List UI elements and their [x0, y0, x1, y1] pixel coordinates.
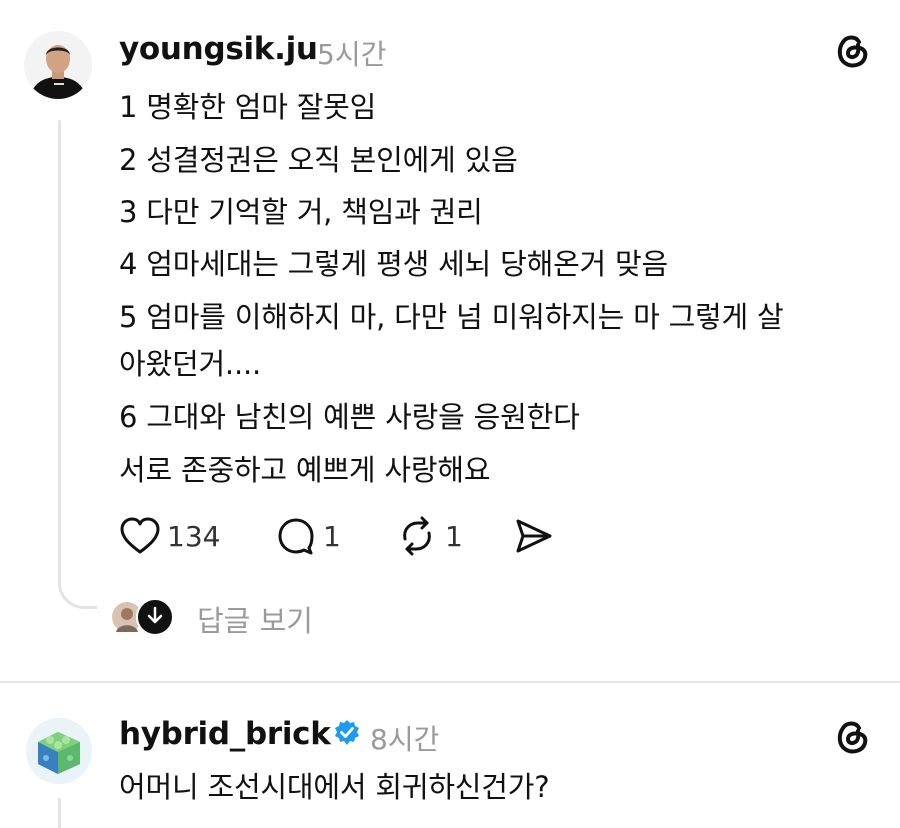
verified-badge-icon	[333, 719, 361, 747]
thread-connector-curve	[58, 570, 97, 609]
repost-button[interactable]: 1	[395, 514, 463, 558]
post1-line-6: 아왔던거....	[119, 347, 261, 381]
post1-line-3: 3 다만 기억할 거, 책임과 권리	[119, 195, 483, 229]
thread-connector-line	[58, 120, 61, 588]
post1-time: 5시간	[317, 38, 387, 71]
post1-line-4: 4 엄마세대는 그렇게 평생 세뇌 당해온거 맞음	[119, 247, 669, 281]
post1-line-7: 6 그대와 남친의 예쁜 사랑을 응원한다	[119, 400, 580, 434]
repost-count: 1	[445, 519, 463, 553]
avatar-hybrid-brick[interactable]	[26, 718, 92, 784]
like-button[interactable]: 134	[119, 514, 220, 558]
comment-button[interactable]: 1	[275, 514, 341, 558]
threads-icon[interactable]	[831, 28, 873, 70]
arrow-down-icon	[146, 606, 164, 628]
repost-icon	[395, 515, 439, 557]
share-button[interactable]	[513, 514, 555, 558]
view-replies-link[interactable]: 답글 보기	[197, 598, 313, 640]
comment-bubble-icon	[275, 515, 317, 557]
post-divider	[0, 681, 900, 683]
post2-time: 8시간	[370, 723, 440, 756]
post1-username[interactable]: youngsik.ju	[119, 31, 318, 67]
comment-count: 1	[323, 519, 341, 553]
post2-username[interactable]: hybrid_brick	[119, 716, 331, 752]
send-icon	[513, 515, 555, 557]
expand-replies-button[interactable]	[136, 598, 174, 636]
post2-line-1: 어머니 조선시대에서 회귀하신건가?	[119, 770, 550, 804]
heart-icon	[119, 516, 161, 556]
avatar-youngsik[interactable]	[24, 31, 92, 99]
like-count: 134	[167, 519, 221, 553]
post1-line-2: 2 성결정권은 오직 본인에게 있음	[119, 143, 518, 177]
post1-line-5: 5 엄마를 이해하지 마, 다만 넘 미워하지는 마 그렇게 살	[119, 300, 784, 334]
threads-icon[interactable]	[831, 714, 873, 756]
post1-line-1: 1 명확한 엄마 잘못임	[119, 90, 377, 124]
post1-line-8: 서로 존중하고 예쁘게 사랑해요	[119, 453, 491, 487]
